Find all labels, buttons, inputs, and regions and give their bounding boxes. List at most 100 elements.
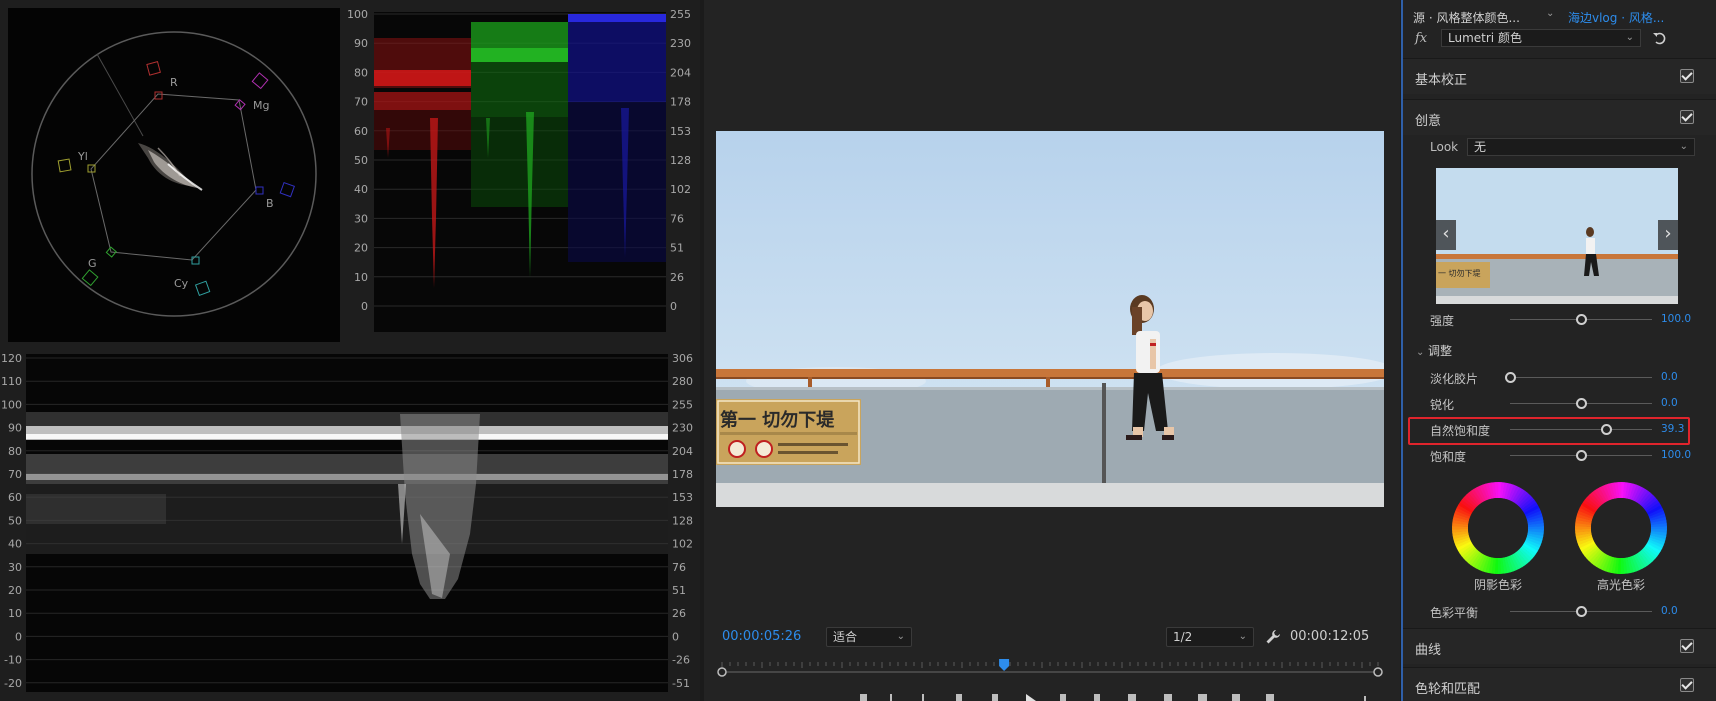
faded-film-slider-knob[interactable] xyxy=(1504,372,1516,383)
compare-icon[interactable] xyxy=(1232,694,1240,701)
faded-film-value[interactable]: 0.0 xyxy=(1661,371,1678,383)
section-creative-title: 创意 xyxy=(1415,114,1442,129)
waveform-left-tick: 100 xyxy=(1,398,22,411)
step-back-frame-icon[interactable] xyxy=(992,694,998,701)
parade-right-tick: 0 xyxy=(670,300,677,313)
section-basic-correction[interactable]: 基本校正 xyxy=(1403,58,1716,94)
fx-badge[interactable]: fx xyxy=(1415,31,1427,46)
effect-select-value: Lumetri 颜色 xyxy=(1448,31,1522,45)
section-wheels-match-checkbox[interactable] xyxy=(1680,678,1694,692)
section-basic-correction-title: 基本校正 xyxy=(1415,73,1468,88)
section-curves-title: 曲线 xyxy=(1415,643,1442,658)
section-basic-correction-checkbox[interactable] xyxy=(1680,69,1694,83)
section-wheels-match[interactable]: 色轮和匹配 xyxy=(1403,667,1716,701)
chevron-down-icon[interactable]: ⌄ xyxy=(1546,8,1554,19)
intensity-slider-knob[interactable] xyxy=(1575,314,1587,325)
vectorscope-graphic: R Mg B Cy G Yl xyxy=(31,31,317,317)
zoom-fit-select[interactable]: 适合 ⌄ xyxy=(826,627,912,647)
target-label-r: R xyxy=(170,76,178,89)
tint-balance-label: 色彩平衡 xyxy=(1430,606,1479,620)
intensity-value[interactable]: 100.0 xyxy=(1661,313,1691,325)
lumetri-header: 源 · 风格整体颜色... ⌄ 海边vlog · 风格... fx Lumetr… xyxy=(1403,0,1716,60)
parade-left-tick: 40 xyxy=(354,183,368,196)
mark-in-icon[interactable] xyxy=(860,694,867,701)
button-editor-icon[interactable] xyxy=(1266,694,1274,701)
waveform-right-tick: -26 xyxy=(672,654,690,667)
step-forward-icon[interactable] xyxy=(1060,694,1066,701)
faded-film-slider-track[interactable] xyxy=(1510,377,1652,378)
waveform-right-tick: 0 xyxy=(672,630,679,643)
parade-left-tick: 0 xyxy=(361,300,368,313)
waveform-left-tick: 90 xyxy=(8,422,22,435)
vibrance-value[interactable]: 39.3 xyxy=(1661,423,1684,435)
look-prev-arrow[interactable]: ‹ xyxy=(1436,220,1456,250)
look-label: Look xyxy=(1430,140,1459,154)
play-icon[interactable] xyxy=(1026,694,1036,701)
parade-left-tick: 100 xyxy=(347,8,368,21)
parade-right-tick: 204 xyxy=(670,66,691,79)
look-next-arrow[interactable]: › xyxy=(1658,220,1678,250)
parade-right-tick: 26 xyxy=(670,271,684,284)
waveform-left-tick: 120 xyxy=(1,354,22,365)
luma-waveform-graphic: 1201101009080706050403020100-10-20 30628… xyxy=(1,352,693,692)
parade-right-tick: 230 xyxy=(670,37,691,50)
saturation-slider-knob[interactable] xyxy=(1575,450,1587,461)
reset-icon[interactable] xyxy=(1651,29,1669,47)
section-creative-checkbox[interactable] xyxy=(1680,110,1694,124)
tint-balance-value[interactable]: 0.0 xyxy=(1661,605,1678,617)
rgb-parade-graphic: 1009080706050403020100 25523020417815312… xyxy=(347,8,691,332)
go-to-out-icon[interactable] xyxy=(1094,694,1100,701)
sharpen-value[interactable]: 0.0 xyxy=(1661,397,1678,409)
waveform-right-tick: 230 xyxy=(672,422,693,435)
more-icon[interactable] xyxy=(1364,696,1366,701)
wrench-icon[interactable] xyxy=(1264,628,1282,646)
frame-sign: 第一 切勿下堤 xyxy=(716,399,861,465)
section-creative[interactable]: 创意 xyxy=(1403,99,1716,135)
target-label-yl: Yl xyxy=(77,150,88,163)
adjust-subsection[interactable]: ⌄ 调整 xyxy=(1416,342,1452,359)
overwrite-icon[interactable] xyxy=(1164,694,1172,701)
waveform-right-tick: 306 xyxy=(672,354,693,365)
section-curves[interactable]: 曲线 xyxy=(1403,628,1716,664)
waveform-right-tick: 178 xyxy=(672,468,693,481)
vectorscope-trace xyxy=(138,143,203,191)
faded-film-label: 淡化胶片 xyxy=(1430,372,1479,386)
vibrance-slider-knob[interactable] xyxy=(1601,424,1613,435)
waveform-right-tick: 153 xyxy=(672,491,693,504)
saturation-row: 饱和度 100.0 xyxy=(1403,444,1716,468)
playback-resolution-select[interactable]: 1/2 ⌄ xyxy=(1166,627,1254,647)
saturation-value[interactable]: 100.0 xyxy=(1661,449,1691,461)
mark-out-icon[interactable] xyxy=(890,694,892,701)
chevron-down-icon: ⌄ xyxy=(896,631,905,642)
waveform-right-tick: 76 xyxy=(672,561,686,574)
target-label-b: B xyxy=(266,197,274,210)
highlight-tint-wheel[interactable] xyxy=(1573,480,1669,576)
current-timecode[interactable]: 00:00:05:26 xyxy=(722,629,801,644)
parade-right-tick: 51 xyxy=(670,242,684,255)
vibrance-row: 自然饱和度 39.3 xyxy=(1403,418,1716,442)
sign-text: 第一 切勿下堤 xyxy=(720,409,835,431)
shadow-tint-wheel[interactable] xyxy=(1450,480,1546,576)
monitor-scrub-bar[interactable] xyxy=(716,659,1384,679)
sequence-clip-label[interactable]: 海边vlog · 风格... xyxy=(1568,9,1664,26)
playhead[interactable] xyxy=(999,659,1010,671)
program-video-frame[interactable]: 第一 切勿下堤 xyxy=(716,131,1384,507)
section-curves-checkbox[interactable] xyxy=(1680,639,1694,653)
effect-select[interactable]: Lumetri 颜色 ⌄ xyxy=(1441,29,1641,47)
waveform-right-tick: 255 xyxy=(672,398,693,411)
parade-left-tick: 60 xyxy=(354,125,368,138)
tint-balance-slider-knob[interactable] xyxy=(1575,606,1587,617)
waveform-left-tick: -10 xyxy=(4,654,22,667)
camera-icon[interactable] xyxy=(1198,694,1207,701)
step-back-icon[interactable] xyxy=(956,694,962,701)
playback-resolution-value: 1/2 xyxy=(1173,630,1193,644)
sharpen-slider-knob[interactable] xyxy=(1575,398,1587,409)
chevron-down-icon: ⌄ xyxy=(1238,631,1247,642)
shadow-tint-label: 阴影色彩 xyxy=(1473,578,1522,592)
vectorscope: R Mg B Cy G Yl xyxy=(8,8,340,342)
vibrance-slider-track[interactable] xyxy=(1510,429,1652,430)
insert-icon[interactable] xyxy=(1128,694,1136,701)
go-to-in-icon[interactable] xyxy=(922,694,924,701)
source-clip-label[interactable]: 源 · 风格整体颜色... xyxy=(1413,9,1520,26)
look-select[interactable]: 无 ⌄ xyxy=(1467,138,1695,156)
